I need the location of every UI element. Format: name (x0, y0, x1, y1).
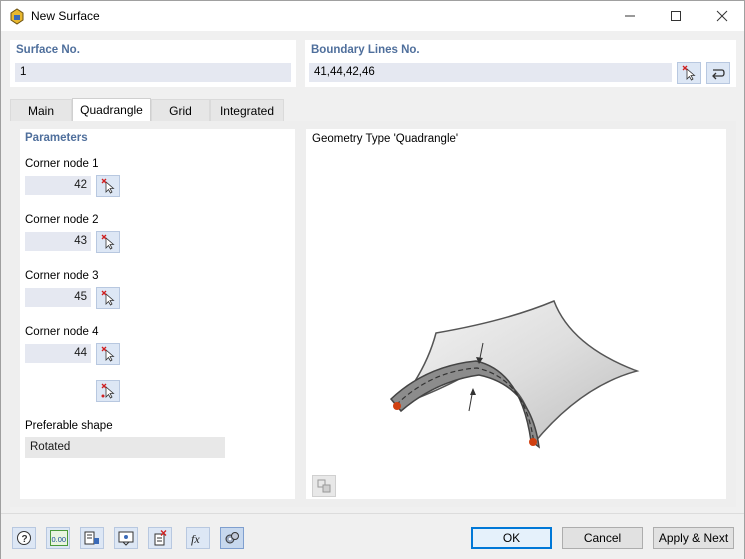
surface-no-label: Surface No. (16, 44, 80, 56)
settings-icon (225, 532, 239, 544)
quadrangle-surface-illustration (389, 300, 640, 449)
boundary-lines-label: Boundary Lines No. (311, 44, 420, 56)
view-icon (118, 531, 134, 546)
corner-node-1-label: Corner node 1 (25, 158, 99, 170)
preferable-shape-label: Preferable shape (25, 420, 113, 432)
corner-node-2-pick-button[interactable] (96, 231, 120, 253)
corner-node-3-label: Corner node 3 (25, 270, 99, 282)
close-button[interactable] (699, 1, 745, 31)
tab-integrated[interactable]: Integrated (210, 99, 284, 121)
ok-button[interactable]: OK (471, 527, 552, 549)
surface-no-field[interactable]: 1 (15, 63, 291, 82)
corner-node-marker (393, 402, 401, 410)
title-bar: New Surface (1, 1, 744, 31)
parameters-heading: Parameters (25, 132, 88, 144)
pick-lines-button[interactable] (677, 62, 701, 84)
maximize-button[interactable] (653, 1, 699, 31)
corner-node-4-pick-button[interactable] (96, 343, 120, 365)
dialog-window: New Surface Surface No. 1 Boundary Lines… (0, 0, 745, 559)
help-button[interactable]: ? (12, 527, 36, 549)
units-button[interactable]: 0.00 (46, 527, 70, 549)
info-panel-button[interactable] (80, 527, 104, 549)
minimize-button[interactable] (607, 1, 653, 31)
corner-node-1-pick-button[interactable] (96, 175, 120, 197)
formula-button[interactable]: fx (186, 527, 210, 549)
formula-icon: fx (191, 532, 200, 546)
app-icon (10, 8, 24, 25)
corner-node-4-field[interactable]: 44 (25, 344, 91, 363)
cancel-button[interactable]: Cancel (562, 527, 643, 549)
close-icon (716, 10, 728, 22)
units-icon: 0.00 (50, 530, 68, 546)
settings-button[interactable] (220, 527, 244, 549)
pick-nodes-icon (101, 383, 115, 399)
corner-node-2-field[interactable]: 43 (25, 232, 91, 251)
preferable-shape-select[interactable]: Rotated (25, 437, 225, 458)
pick-cursor-icon (101, 346, 115, 362)
geometry-type-title: Geometry Type 'Quadrangle' (312, 133, 459, 145)
corner-node-1-field[interactable]: 42 (25, 176, 91, 195)
corner-node-4-label: Corner node 4 (25, 326, 99, 338)
view-button[interactable] (114, 527, 138, 549)
apply-next-button[interactable]: Apply & Next (653, 527, 734, 549)
svg-text:fx: fx (191, 532, 200, 546)
pick-cursor-icon (682, 65, 696, 81)
delete-item-button[interactable] (148, 527, 172, 549)
info-panel-icon (84, 531, 99, 545)
maximize-icon (671, 11, 681, 21)
tab-main[interactable]: Main (10, 99, 72, 121)
preview-options-icon (317, 479, 331, 493)
return-arrow-icon (712, 69, 725, 80)
window-title: New Surface (31, 9, 100, 23)
boundary-lines-field[interactable]: 41,44,42,46 (309, 63, 672, 82)
corner-node-3-field[interactable]: 45 (25, 288, 91, 307)
svg-text:0.00: 0.00 (52, 535, 67, 544)
svg-text:?: ? (22, 534, 28, 545)
tab-quadrangle[interactable]: Quadrangle (72, 98, 151, 121)
tab-grid[interactable]: Grid (151, 99, 210, 121)
pick-cursor-icon (101, 234, 115, 250)
help-icon: ? (17, 531, 31, 545)
pick-cursor-icon (101, 290, 115, 306)
corner-node-3-pick-button[interactable] (96, 287, 120, 309)
reverse-direction-button[interactable] (706, 62, 730, 84)
corner-node-marker (529, 438, 537, 446)
minimize-icon (625, 15, 635, 17)
corner-node-2-label: Corner node 2 (25, 214, 99, 226)
pick-cursor-icon (101, 178, 115, 194)
preview-options-button[interactable] (312, 475, 336, 497)
delete-item-icon (154, 530, 167, 546)
pick-all-nodes-button[interactable] (96, 380, 120, 402)
